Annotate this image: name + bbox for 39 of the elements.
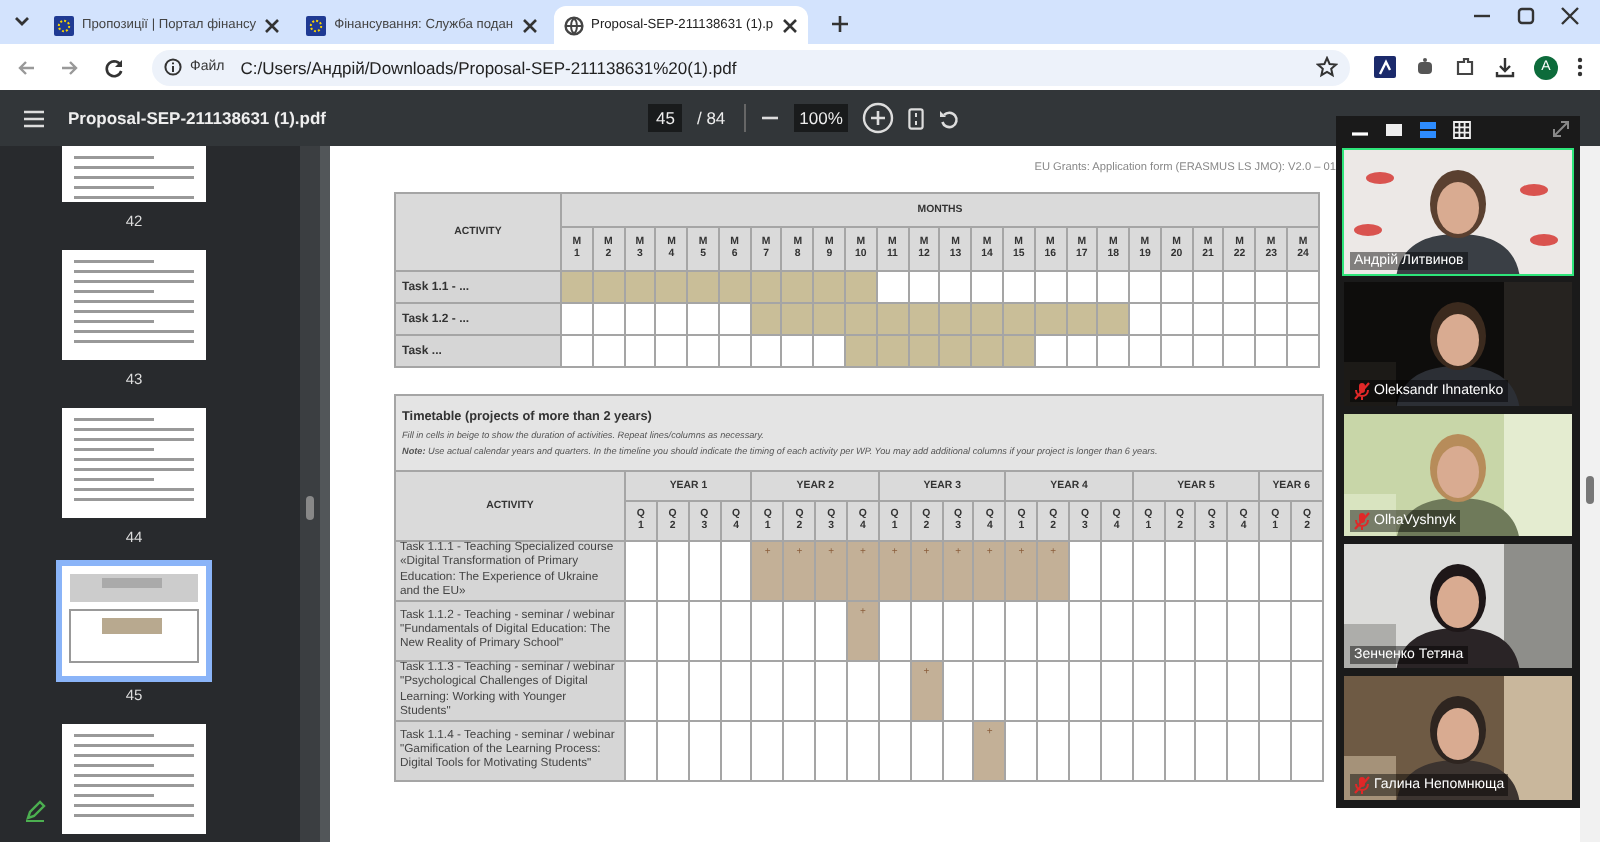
scrollbar-thumb[interactable]: [1586, 476, 1594, 504]
download-icon[interactable]: [1494, 56, 1516, 78]
page-thumbnail[interactable]: [62, 566, 206, 676]
back-icon[interactable]: [16, 57, 36, 77]
grid-view-icon[interactable]: [1452, 119, 1472, 140]
flag-icon: [54, 15, 74, 35]
page-thumbnail[interactable]: [62, 724, 206, 834]
maximize-icon[interactable]: [1516, 6, 1536, 26]
speaker-view-icon[interactable]: [1384, 119, 1404, 140]
zoom-in-icon[interactable]: [862, 102, 895, 134]
extension-icon[interactable]: [1374, 56, 1396, 78]
expand-icon[interactable]: [1552, 120, 1570, 139]
close-icon[interactable]: [521, 17, 538, 33]
page-count: / 84: [696, 108, 726, 128]
globe-icon: [563, 15, 584, 35]
document-title: Proposal-SEP-211138631 (1).pdf: [68, 108, 328, 128]
stacked-view-icon[interactable]: [1418, 119, 1438, 140]
new-tab-icon[interactable]: [829, 14, 850, 34]
robot-icon[interactable]: [1414, 56, 1436, 78]
star-icon[interactable]: [1316, 56, 1338, 78]
scrollbar-thumb[interactable]: [306, 496, 314, 520]
close-icon[interactable]: [781, 17, 798, 33]
pen-icon[interactable]: [24, 800, 46, 822]
reload-icon[interactable]: [104, 57, 124, 77]
page-thumbnail[interactable]: [62, 408, 206, 518]
rotate-icon[interactable]: [938, 107, 961, 129]
page-thumbnail[interactable]: [62, 146, 206, 202]
more-icon[interactable]: [1576, 56, 1584, 78]
fit-page-icon[interactable]: [908, 107, 925, 129]
page-number-field[interactable]: 45: [648, 104, 683, 132]
info-icon: [164, 58, 182, 76]
flag-icon: [306, 15, 327, 35]
menu-icon[interactable]: [24, 109, 44, 127]
page-thumbnail[interactable]: [62, 250, 206, 360]
puzzle-icon[interactable]: [1454, 56, 1476, 78]
close-icon[interactable]: [264, 17, 281, 33]
zoom-field[interactable]: 100%: [793, 104, 849, 132]
close-icon[interactable]: [1560, 6, 1580, 26]
forward-icon[interactable]: [60, 57, 80, 77]
